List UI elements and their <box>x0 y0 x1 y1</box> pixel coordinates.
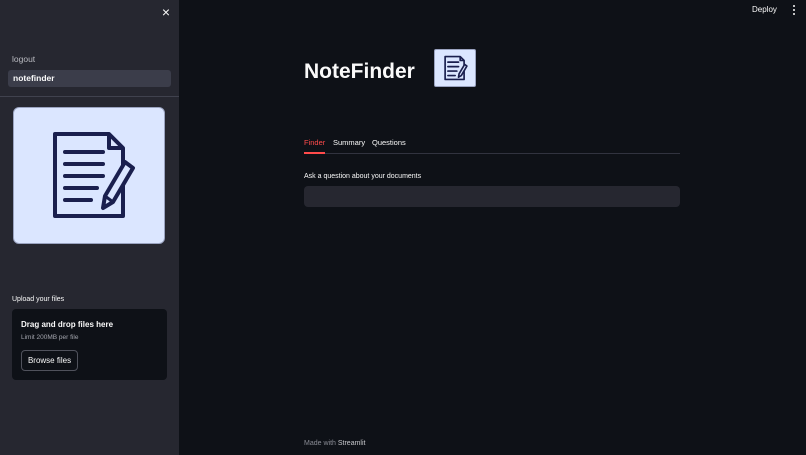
page-title: NoteFinder <box>304 60 415 83</box>
sidebar-item-notefinder[interactable]: notefinder <box>8 70 171 87</box>
question-input[interactable] <box>304 186 680 207</box>
deploy-button[interactable]: Deploy <box>752 5 777 14</box>
sidebar-divider <box>0 96 179 97</box>
tab-bar: Finder Summary Questions <box>304 137 680 154</box>
close-sidebar-button[interactable]: × <box>158 4 174 20</box>
question-label: Ask a question about your documents <box>304 173 422 180</box>
sidebar-image <box>13 107 165 244</box>
footer-brand-link[interactable]: Streamlit <box>338 440 366 447</box>
file-dropzone[interactable]: Drag and drop files here Limit 200MB per… <box>12 309 167 380</box>
dropzone-limit: Limit 200MB per file <box>21 334 79 341</box>
footer-made-with: Made with <box>304 440 336 447</box>
dropzone-title: Drag and drop files here <box>21 320 114 329</box>
tab-questions[interactable]: Questions <box>372 137 406 149</box>
tab-summary[interactable]: Summary <box>333 137 365 149</box>
browse-files-button[interactable]: Browse files <box>21 350 78 371</box>
title-image <box>434 49 476 87</box>
document-pencil-icon <box>53 132 135 218</box>
close-icon: × <box>161 4 171 20</box>
upload-label: Upload your files <box>12 296 65 303</box>
tab-finder[interactable]: Finder <box>304 137 325 149</box>
more-vertical-icon[interactable] <box>790 5 798 17</box>
sidebar-item-logout[interactable]: logout <box>12 54 35 64</box>
active-tab-indicator <box>304 152 325 154</box>
document-pencil-icon <box>444 55 468 81</box>
sidebar: × logout notefinder Upload your files Dr… <box>0 0 179 455</box>
footer: Made with Streamlit <box>304 440 365 447</box>
